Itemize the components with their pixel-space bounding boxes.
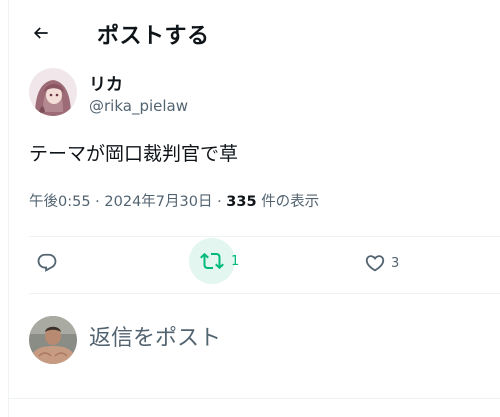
arrow-left-icon: [31, 23, 51, 43]
reply-button[interactable]: [27, 243, 63, 283]
repost-button[interactable]: 1: [189, 238, 240, 284]
user-avatar[interactable]: [29, 316, 77, 364]
heart-icon: [364, 252, 386, 274]
divider: [29, 236, 500, 237]
view-label: 件の表示: [261, 194, 320, 210]
back-button[interactable]: [25, 17, 57, 49]
meta-separator: ·: [217, 194, 222, 210]
reply-input[interactable]: [89, 318, 469, 358]
repost-count: 1: [231, 253, 240, 269]
divider: [9, 398, 500, 399]
post-timestamp[interactable]: 午後0:55 · 2024年7月30日: [29, 194, 212, 210]
divider: [29, 293, 500, 294]
author-avatar[interactable]: [29, 68, 77, 116]
author-handle[interactable]: @rika_pielaw: [89, 97, 188, 115]
post-detail-panel: ポストする リカ @rika_pielaw テーマが岡口裁判官で草 午後0:55…: [8, 0, 500, 417]
page-title: ポストする: [97, 24, 210, 49]
top-bar: ポストする: [9, 0, 500, 64]
reply-icon: [36, 252, 58, 274]
repost-icon: [200, 249, 224, 273]
like-button[interactable]: 3: [355, 243, 399, 283]
post-meta: 午後0:55 · 2024年7月30日 · 335 件の表示: [29, 190, 319, 211]
author-display-name[interactable]: リカ: [89, 70, 123, 95]
like-count: 3: [391, 255, 400, 271]
view-count[interactable]: 335: [226, 194, 256, 210]
post-text: テーマが岡口裁判官で草: [29, 143, 239, 165]
